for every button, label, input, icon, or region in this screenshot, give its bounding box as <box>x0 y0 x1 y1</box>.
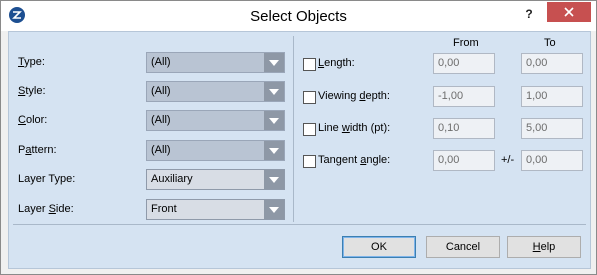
plus-minus-label: +/- <box>501 154 515 166</box>
tangent-angle-tolerance-field[interactable]: 0,00 <box>521 150 583 171</box>
pattern-label: Pattern: <box>18 144 57 156</box>
horizontal-divider <box>13 224 586 225</box>
style-dropdown-value: (All) <box>151 85 171 97</box>
vertical-divider <box>293 36 294 222</box>
color-dropdown[interactable]: (All) <box>146 110 285 131</box>
style-dropdown[interactable]: (All) <box>146 81 285 102</box>
viewing-depth-to-field[interactable]: 1,00 <box>521 86 583 107</box>
chevron-down-icon[interactable] <box>264 111 284 130</box>
help-button[interactable]: Help <box>507 236 581 258</box>
chevron-down-icon[interactable] <box>264 170 284 189</box>
type-label: Type: <box>18 56 45 68</box>
dialog-title: Select Objects <box>250 8 347 25</box>
layer-type-dropdown[interactable]: Auxiliary <box>146 169 285 190</box>
close-button[interactable] <box>547 2 591 22</box>
layer-type-dropdown-value: Auxiliary <box>151 173 193 185</box>
pattern-dropdown[interactable]: (All) <box>146 140 285 161</box>
length-to-field[interactable]: 0,00 <box>521 53 583 74</box>
length-from-field[interactable]: 0,00 <box>433 53 495 74</box>
type-dropdown[interactable]: (All) <box>146 52 285 73</box>
line-width-from-field[interactable]: 0,10 <box>433 118 495 139</box>
select-objects-dialog: Select Objects ? Type: (All) Style: (All… <box>0 0 597 275</box>
line-width-checkbox[interactable] <box>303 123 316 136</box>
layer-side-dropdown[interactable]: Front <box>146 199 285 220</box>
chevron-down-icon[interactable] <box>264 200 284 219</box>
layer-type-label: Layer Type: <box>18 173 76 185</box>
line-width-to-field[interactable]: 5,00 <box>521 118 583 139</box>
close-icon <box>564 7 574 17</box>
viewing-depth-label: Viewing depth: <box>318 90 390 102</box>
length-label: Length: <box>318 57 355 69</box>
tangent-angle-checkbox[interactable] <box>303 155 316 168</box>
viewing-depth-checkbox[interactable] <box>303 91 316 104</box>
type-dropdown-value: (All) <box>151 56 171 68</box>
title-bar[interactable]: Select Objects ? <box>1 1 596 31</box>
chevron-down-icon[interactable] <box>264 53 284 72</box>
color-dropdown-value: (All) <box>151 114 171 126</box>
help-icon[interactable]: ? <box>519 7 539 23</box>
layer-side-dropdown-value: Front <box>151 203 177 215</box>
length-checkbox[interactable] <box>303 58 316 71</box>
color-label: Color: <box>18 114 48 126</box>
tangent-angle-from-field[interactable]: 0,00 <box>433 150 495 171</box>
dialog-client-area: Type: (All) Style: (All) Color: (All) Pa… <box>8 31 591 269</box>
from-column-header: From <box>453 37 479 49</box>
pattern-dropdown-value: (All) <box>151 144 171 156</box>
viewing-depth-from-field[interactable]: -1,00 <box>433 86 495 107</box>
line-width-label: Line width (pt): <box>318 122 391 134</box>
layer-side-label: Layer Side: <box>18 203 74 215</box>
chevron-down-icon[interactable] <box>264 82 284 101</box>
to-column-header: To <box>544 37 556 49</box>
style-label: Style: <box>18 85 46 97</box>
ok-button[interactable]: OK <box>342 236 416 258</box>
tangent-angle-label: Tangent angle: <box>318 154 391 166</box>
cancel-button[interactable]: Cancel <box>426 236 500 258</box>
chevron-down-icon[interactable] <box>264 141 284 160</box>
